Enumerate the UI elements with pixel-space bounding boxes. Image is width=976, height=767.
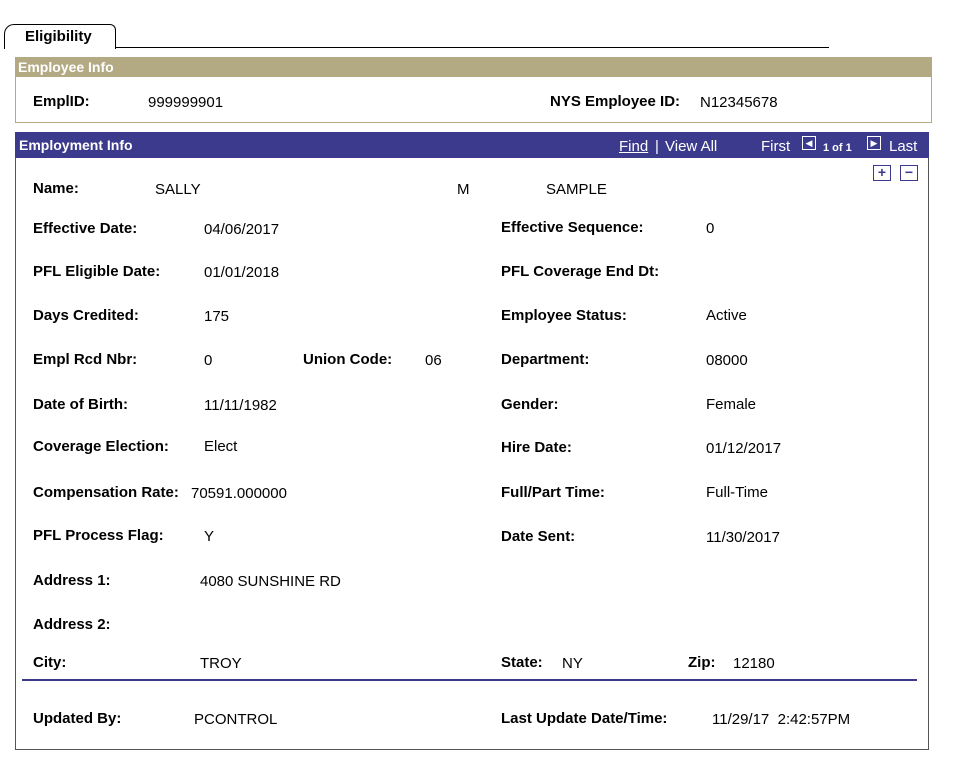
- date-of-birth-label: Date of Birth:: [33, 396, 128, 413]
- employee-status-label: Employee Status:: [501, 307, 627, 324]
- next-arrow-icon[interactable]: ▶: [867, 136, 881, 150]
- pfl-process-flag-value: Y: [204, 528, 215, 545]
- employment-info-title: Employment Info: [19, 137, 133, 153]
- city-value: TROY: [200, 655, 242, 672]
- effective-sequence-value: 0: [706, 220, 715, 237]
- middle-initial-value: M: [457, 181, 470, 198]
- previous-arrow-icon[interactable]: ◀: [802, 136, 816, 150]
- nys-employee-id-value: N12345678: [700, 94, 778, 111]
- empl-rcd-nbr-label: Empl Rcd Nbr:: [33, 351, 138, 368]
- union-code-label: Union Code:: [303, 351, 393, 368]
- full-part-time-label: Full/Part Time:: [501, 484, 605, 501]
- section-divider: [22, 679, 917, 681]
- pfl-eligible-date-value: 01/01/2018: [204, 264, 280, 281]
- last-name-value: SAMPLE: [546, 181, 607, 198]
- employee-info-title: Employee Info: [18, 59, 114, 75]
- effective-date-value: 04/06/2017: [204, 221, 280, 238]
- compensation-rate-value: 70591.000000: [191, 485, 287, 502]
- union-code-value: 06: [425, 352, 442, 369]
- view-all-link[interactable]: View All: [665, 138, 717, 155]
- effective-sequence-label: Effective Sequence:: [501, 219, 644, 236]
- employment-info-header: [15, 132, 929, 158]
- zip-value: 12180: [733, 655, 775, 672]
- first-name-value: SALLY: [155, 181, 201, 198]
- tab-eligibility-label[interactable]: Eligibility: [25, 28, 92, 45]
- department-label: Department:: [501, 351, 590, 368]
- last-update-value: 11/29/17 2:42:57PM: [712, 711, 851, 728]
- address-1-label: Address 1:: [33, 572, 111, 589]
- emplid-value: 999999901: [148, 94, 224, 111]
- first-link[interactable]: First: [761, 138, 790, 155]
- zip-label: Zip:: [688, 654, 716, 671]
- employee-status-value: Active: [706, 307, 747, 324]
- gender-label: Gender:: [501, 396, 559, 413]
- date-of-birth-value: 11/11/1982: [204, 397, 277, 414]
- nys-employee-id-label: NYS Employee ID:: [550, 93, 681, 110]
- address-2-label: Address 2:: [33, 616, 111, 633]
- hire-date-value: 01/12/2017: [706, 440, 782, 457]
- name-label: Name:: [33, 180, 79, 197]
- date-sent-label: Date Sent:: [501, 528, 576, 545]
- days-credited-value: 175: [204, 308, 230, 325]
- full-part-time-value: Full-Time: [706, 484, 768, 501]
- updated-by-value: PCONTROL: [194, 711, 278, 728]
- emplid-label: EmplID:: [33, 93, 90, 110]
- pfl-eligible-date-label: PFL Eligible Date:: [33, 263, 161, 280]
- employee-info-header: [15, 57, 932, 77]
- last-link[interactable]: Last: [889, 138, 917, 155]
- last-update-label: Last Update Date/Time:: [501, 710, 668, 727]
- updated-by-label: Updated By:: [33, 710, 122, 727]
- gender-value: Female: [706, 396, 757, 413]
- find-link[interactable]: Find: [619, 138, 648, 155]
- city-label: City:: [33, 654, 67, 671]
- pfl-process-flag-label: PFL Process Flag:: [33, 527, 164, 544]
- department-value: 08000: [706, 352, 748, 369]
- coverage-election-label: Coverage Election:: [33, 438, 169, 455]
- effective-date-label: Effective Date:: [33, 220, 138, 237]
- days-credited-label: Days Credited:: [33, 307, 139, 324]
- tab-baseline: [115, 47, 829, 48]
- coverage-election-value: Elect: [204, 438, 238, 455]
- state-value: NY: [562, 655, 583, 672]
- address-1-value: 4080 SUNSHINE RD: [200, 573, 341, 590]
- row-count: 1 of 1: [823, 142, 852, 154]
- nav-separator: |: [655, 138, 659, 155]
- add-row-button[interactable]: +: [873, 165, 891, 181]
- state-label: State:: [501, 654, 543, 671]
- date-sent-value: 11/30/2017: [706, 529, 780, 546]
- pfl-coverage-end-label: PFL Coverage End Dt:: [501, 263, 660, 280]
- hire-date-label: Hire Date:: [501, 439, 572, 456]
- remove-row-button[interactable]: −: [900, 165, 918, 181]
- compensation-rate-label: Compensation Rate:: [33, 484, 179, 501]
- empl-rcd-nbr-value: 0: [204, 352, 213, 369]
